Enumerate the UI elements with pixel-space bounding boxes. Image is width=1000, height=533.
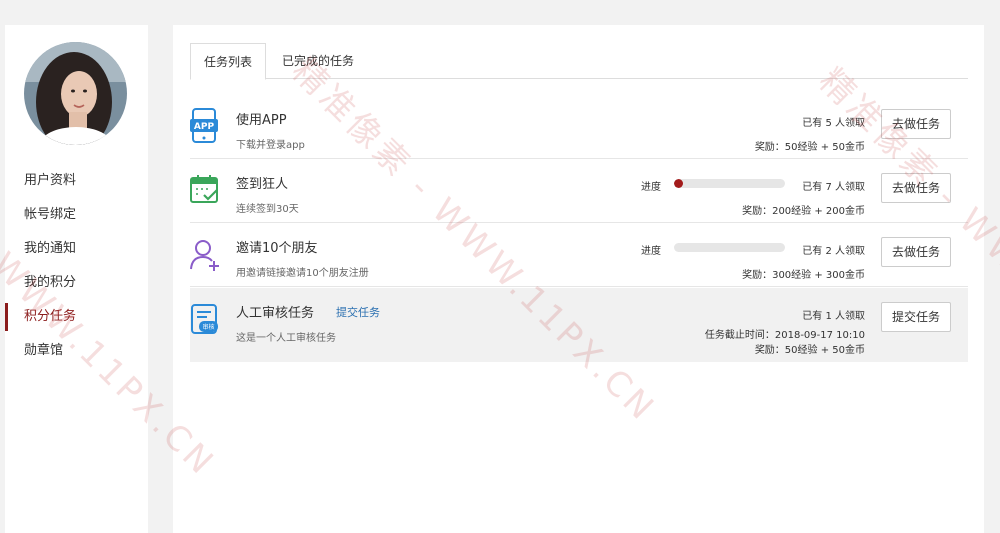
task-reward: 奖励：50经验 + 50金币: [754, 345, 865, 356]
task-title: 人工审核任务: [236, 306, 315, 321]
task-reward: 奖励：300经验 + 300金币: [742, 270, 865, 281]
add-user-icon: [190, 236, 220, 272]
task-row: 签到狂人 连续签到30天 进度 已有 7 人领取 奖励：200经验 + 200金…: [190, 159, 968, 223]
task-claimed-count: 已有 5 人领取: [802, 118, 865, 129]
review-icon-text: 审核: [202, 323, 214, 331]
sidebar-item-account-binding[interactable]: 帐号绑定: [5, 198, 148, 232]
progress-label: 进度: [641, 246, 661, 257]
task-description: 这是一个人工审核任务: [236, 333, 336, 344]
do-task-button[interactable]: 去做任务: [881, 237, 951, 267]
task-claimed-count: 已有 1 人领取: [802, 311, 865, 322]
task-description: 连续签到30天: [236, 204, 299, 215]
progress-bar: [674, 179, 785, 188]
sidebar: 用户资料 帐号绑定 我的通知 我的积分 积分任务 勋章馆: [5, 25, 148, 533]
task-title: 使用APP: [236, 113, 287, 128]
do-task-button[interactable]: 去做任务: [881, 109, 951, 139]
task-reward: 奖励：50经验 + 50金币: [754, 142, 865, 153]
sidebar-item-medals[interactable]: 勋章馆: [5, 334, 148, 368]
main-panel: 任务列表 已完成的任务 APP 使用APP 下载并登录app 已有 5 人领取 …: [173, 25, 984, 533]
review-document-icon: 审核: [190, 301, 220, 337]
tab-completed-tasks[interactable]: 已完成的任务: [268, 43, 368, 79]
task-title: 邀请10个朋友: [236, 241, 318, 256]
sidebar-item-point-tasks[interactable]: 积分任务: [5, 300, 148, 334]
sidebar-item-notifications[interactable]: 我的通知: [5, 232, 148, 266]
progress-bar: [674, 243, 785, 252]
task-row: APP 使用APP 下载并登录app 已有 5 人领取 奖励：50经验 + 50…: [190, 95, 968, 159]
tab-task-list[interactable]: 任务列表: [190, 43, 266, 80]
task-description: 下载并登录app: [236, 140, 305, 151]
calendar-check-icon: [190, 172, 220, 208]
task-row: 审核 人工审核任务 提交任务 这是一个人工审核任务 已有 1 人领取 任务截止时…: [190, 288, 968, 362]
task-description: 用邀请链接邀请10个朋友注册: [236, 268, 369, 279]
sidebar-nav: 用户资料 帐号绑定 我的通知 我的积分 积分任务 勋章馆: [5, 164, 148, 368]
task-deadline: 任务截止时间：2018-09-17 10:10: [704, 330, 865, 341]
sidebar-item-my-points[interactable]: 我的积分: [5, 266, 148, 300]
do-task-button[interactable]: 去做任务: [881, 173, 951, 203]
task-title: 签到狂人: [236, 177, 289, 192]
avatar[interactable]: [24, 42, 127, 145]
sidebar-item-profile[interactable]: 用户资料: [5, 164, 148, 198]
task-tabs: 任务列表 已完成的任务: [190, 43, 968, 80]
app-icon: APP: [190, 108, 220, 144]
avatar-image: [24, 42, 127, 145]
task-row: 邀请10个朋友 用邀请链接邀请10个朋友注册 进度 已有 2 人领取 奖励：30…: [190, 223, 968, 287]
progress-fill: [674, 179, 683, 188]
task-reward: 奖励：200经验 + 200金币: [742, 206, 865, 217]
task-claimed-count: 已有 7 人领取: [802, 182, 865, 193]
progress-label: 进度: [641, 182, 661, 193]
task-claimed-count: 已有 2 人领取: [802, 246, 865, 257]
svg-text:APP: APP: [194, 122, 215, 132]
submit-task-link[interactable]: 提交任务: [336, 304, 380, 320]
submit-task-button[interactable]: 提交任务: [881, 302, 951, 332]
